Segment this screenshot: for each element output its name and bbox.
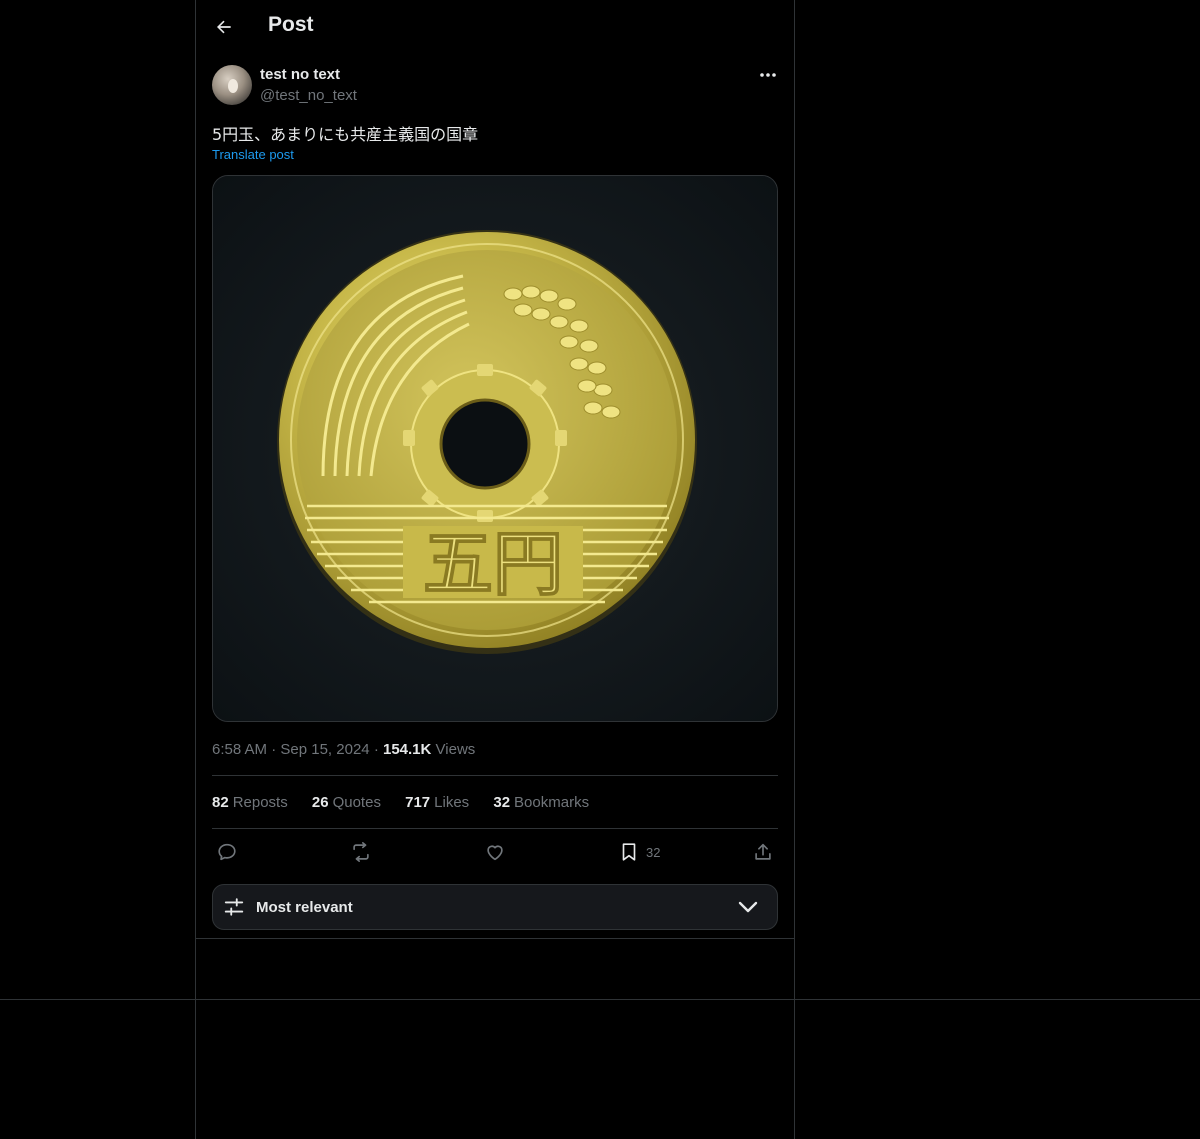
share-button[interactable] [752,840,774,864]
more-options-button[interactable] [754,64,782,86]
like-button[interactable] [484,840,506,864]
bookmarks-stat[interactable]: 32 Bookmarks [493,794,589,811]
translate-post-link[interactable]: Translate post [212,147,294,162]
likes-count: 717 [405,794,431,811]
post-meta: 6:58 AM · Sep 15, 2024 · 154.1K Views [212,741,475,758]
share-icon [755,843,771,860]
page-divider [0,999,1200,1000]
coin-denomination: 五円 [423,523,563,605]
avatar[interactable] [212,65,252,105]
arrow-left-icon [217,20,231,34]
chevron-down-icon [738,901,758,913]
more-icon [760,73,776,77]
sort-replies-dropdown[interactable]: Most relevant [212,884,778,930]
views-count: 154.1K [382,741,432,758]
coin-image: 五円 [213,176,777,721]
quotes-count: 26 [311,794,329,811]
avatar-highlight [228,79,238,93]
quotes-stat[interactable]: 26 Quotes [312,794,381,811]
back-button[interactable] [208,11,240,43]
quotes-label: Quotes [332,794,381,811]
bookmark-count: 32 [646,844,661,860]
column-divider [195,938,795,939]
post-image[interactable]: 五円 [212,175,778,722]
heart-icon [487,845,503,861]
author-display-name[interactable]: test no text [260,66,340,83]
repost-button[interactable] [350,840,372,864]
views-label: Views [435,741,476,758]
meta-dot: · [271,741,281,758]
reposts-count: 82 [212,794,229,811]
post-time[interactable]: 6:58 AM [212,741,267,758]
likes-label: Likes [434,794,470,811]
reply-button[interactable] [216,840,238,864]
likes-stat[interactable]: 717 Likes [405,794,469,811]
sliders-icon [224,898,244,916]
divider [212,775,778,776]
page: Post test no text @test_no_text 5円玉、あまりに… [0,0,1200,1139]
bookmarks-count: 32 [493,794,511,811]
repost-icon [353,842,369,862]
post-header: Post [196,0,794,54]
sort-label: Most relevant [256,899,353,916]
reposts-label: Reposts [232,794,288,811]
divider [212,828,778,829]
bookmarks-label: Bookmarks [514,794,590,811]
reply-icon [218,843,236,861]
author-handle[interactable]: @test_no_text [260,87,357,104]
post-text: 5円玉、あまりにも共産主義国の国章 [212,125,479,144]
post-date[interactable]: Sep 15, 2024 [280,741,369,758]
bookmark-icon [622,843,636,861]
page-title: Post [268,13,314,36]
engagement-stats: 82 Reposts 26 Quotes 717 Likes 32 Bookmarks [212,794,609,811]
bookmark-button[interactable]: 32 [618,840,660,864]
meta-dot: · [373,741,383,758]
reposts-stat[interactable]: 82 Reposts [212,794,288,811]
